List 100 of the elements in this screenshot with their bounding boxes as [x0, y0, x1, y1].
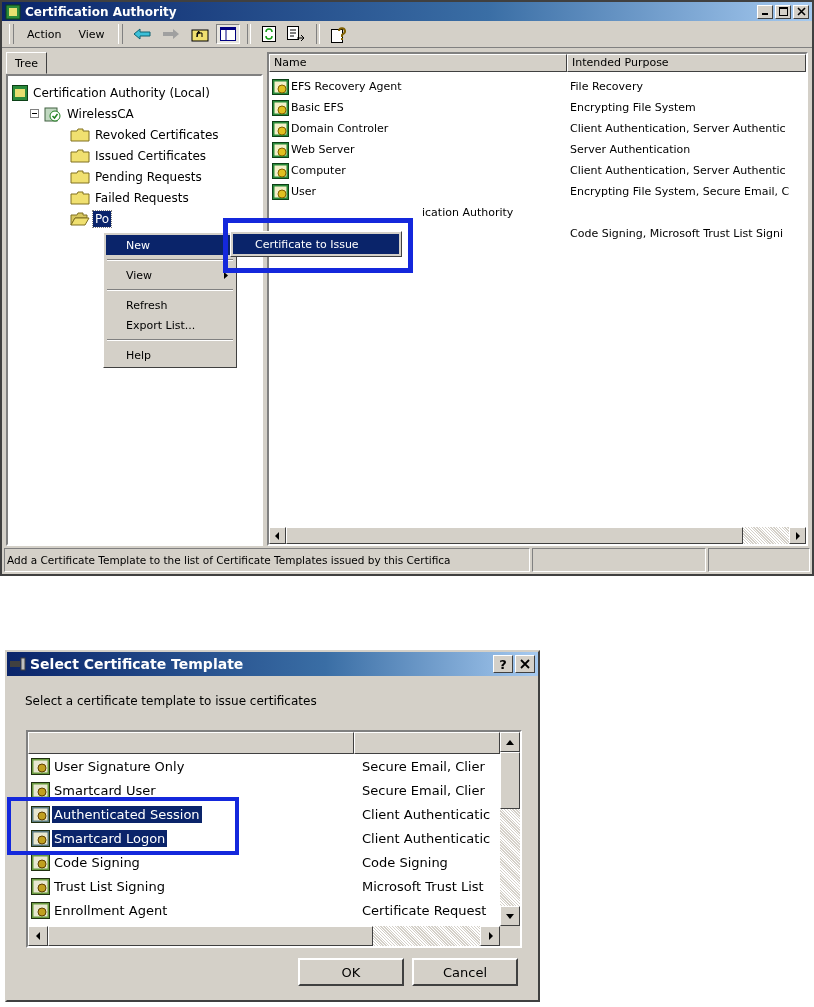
- intended-purpose: Code Signing: [362, 854, 448, 870]
- folder-up-icon: [190, 26, 209, 42]
- close-icon: [520, 659, 530, 669]
- minimize-button[interactable]: [757, 4, 773, 19]
- intended-purpose: Encrypting File System, Secure Email, C: [570, 185, 790, 198]
- status-text: Add a Certificate Template to the list of Certificate Templates issued by this Certifica: [4, 548, 530, 572]
- tree-item[interactable]: WirelessCA: [65, 105, 136, 122]
- template-name[interactable]: Trust List Signing: [52, 877, 167, 895]
- help-icon: [330, 25, 347, 43]
- certificate-template-icon: [31, 781, 50, 799]
- column-header[interactable]: Name: [269, 54, 567, 72]
- minimize-icon: [762, 12, 768, 15]
- certificate-template-icon: [31, 877, 50, 895]
- intended-purpose: Client Authenticatic: [362, 806, 491, 822]
- menu-item[interactable]: Certificate to Issue: [233, 234, 399, 254]
- certificate-template-icon: [31, 901, 50, 919]
- intended-purpose: Server Authentication: [570, 143, 691, 156]
- template-name: Web Server: [291, 143, 355, 156]
- folder-icon: [70, 169, 90, 184]
- close-button[interactable]: [515, 655, 535, 673]
- right-arrow-icon: [795, 531, 800, 540]
- dialog-button[interactable]: Cancel: [412, 958, 518, 986]
- app-icon: [10, 657, 26, 671]
- intended-purpose: Client Authentication, Server Authentic: [570, 164, 786, 177]
- scrollbar-thumb[interactable]: [500, 752, 520, 809]
- intended-purpose: Client Authentication, Server Authentic: [570, 122, 786, 135]
- scroll-up-button[interactable]: [500, 732, 520, 752]
- folder-icon: [70, 190, 90, 205]
- template-name[interactable]: Enrollment Agent: [52, 901, 170, 919]
- menu-item[interactable]: Help: [106, 345, 234, 365]
- intended-purpose: Code Signing, Microsoft Trust List Signi: [570, 227, 784, 240]
- scroll-right-button[interactable]: [789, 527, 806, 544]
- intended-purpose: Secure Email, Clier: [362, 782, 485, 798]
- forward-arrow-icon: [161, 28, 180, 40]
- up-arrow-icon: [506, 739, 514, 745]
- intended-purpose: Encrypting File System: [570, 101, 696, 114]
- dialog-button[interactable]: OK: [298, 958, 404, 986]
- template-name[interactable]: User Signature Only: [52, 757, 187, 775]
- tree-item[interactable]: Po: [93, 210, 112, 227]
- template-name[interactable]: Smartcard Logon: [52, 829, 168, 847]
- maximize-button[interactable]: [775, 4, 791, 19]
- window-title: Certification Authority: [25, 4, 178, 19]
- prompt-text: Select a certificate template to issue certificates: [24, 693, 318, 710]
- scroll-left-button[interactable]: [269, 527, 286, 544]
- console-icon: [12, 84, 28, 101]
- tree-tab[interactable]: Tree: [6, 52, 47, 74]
- folder-icon: [70, 211, 90, 226]
- back-arrow-icon: [132, 28, 151, 40]
- app-icon: [5, 3, 21, 20]
- template-name: Basic EFS: [291, 101, 344, 114]
- tree-item[interactable]: Issued Certificates: [93, 147, 209, 164]
- down-arrow-icon: [506, 913, 514, 919]
- scroll-right-button[interactable]: [480, 926, 500, 946]
- left-arrow-icon: [35, 932, 41, 940]
- help-button[interactable]: ?: [493, 655, 513, 673]
- scroll-down-button[interactable]: [500, 906, 520, 926]
- menu-item[interactable]: View: [106, 265, 234, 285]
- scroll-left-button[interactable]: [28, 926, 48, 946]
- column-header[interactable]: [354, 732, 500, 754]
- maximize-icon: [778, 7, 788, 16]
- intended-purpose: Secure Email, Clier: [362, 758, 485, 774]
- menu-item[interactable]: View: [71, 25, 112, 43]
- folder-icon: [70, 127, 90, 142]
- refresh-icon: [261, 26, 276, 42]
- intended-purpose: Client Authenticatic: [362, 830, 491, 846]
- window-title: Select Certificate Template: [30, 656, 245, 672]
- tree-pane-icon: [219, 27, 236, 41]
- template-name: Domain Controler: [291, 122, 389, 135]
- certificate-template-icon: [31, 805, 50, 823]
- column-header[interactable]: [28, 732, 354, 754]
- template-name: Computer: [291, 164, 346, 177]
- template-name: EFS Recovery Agent: [291, 80, 402, 93]
- tree-item[interactable]: Failed Requests: [93, 189, 191, 206]
- show-tree-button[interactable]: [215, 24, 240, 44]
- template-name[interactable]: Code Signing: [52, 853, 142, 871]
- collapse-toggle-icon[interactable]: [30, 109, 39, 118]
- template-name: ication Authority: [421, 206, 514, 219]
- right-arrow-icon: [487, 932, 493, 940]
- tree-item[interactable]: Revoked Certificates: [93, 126, 221, 143]
- menu-item[interactable]: Export List...: [106, 315, 234, 335]
- menu-item[interactable]: Refresh: [106, 295, 234, 315]
- close-button[interactable]: [793, 4, 809, 19]
- left-arrow-icon: [275, 531, 280, 540]
- export-list-icon: [286, 26, 305, 42]
- intended-purpose: Microsoft Trust List: [362, 878, 484, 894]
- intended-purpose: Certificate Request: [362, 902, 487, 918]
- vertical-scrollbar[interactable]: [500, 732, 520, 946]
- folder-icon: [70, 148, 90, 163]
- scrollbar-thumb[interactable]: [48, 926, 373, 946]
- close-icon: [796, 7, 806, 16]
- column-header[interactable]: Intended Purpose: [567, 54, 806, 72]
- tree-item[interactable]: Pending Requests: [93, 168, 204, 185]
- horizontal-scrollbar[interactable]: [28, 926, 500, 946]
- certificate-template-icon: [31, 757, 50, 775]
- tree-item[interactable]: Certification Authority (Local): [31, 84, 212, 101]
- template-name[interactable]: Smartcard User: [52, 781, 158, 799]
- menu-item[interactable]: Action: [20, 25, 69, 43]
- server-icon: [44, 105, 62, 122]
- template-name[interactable]: Authenticated Session: [52, 805, 202, 823]
- certificate-template-icon: [31, 829, 50, 847]
